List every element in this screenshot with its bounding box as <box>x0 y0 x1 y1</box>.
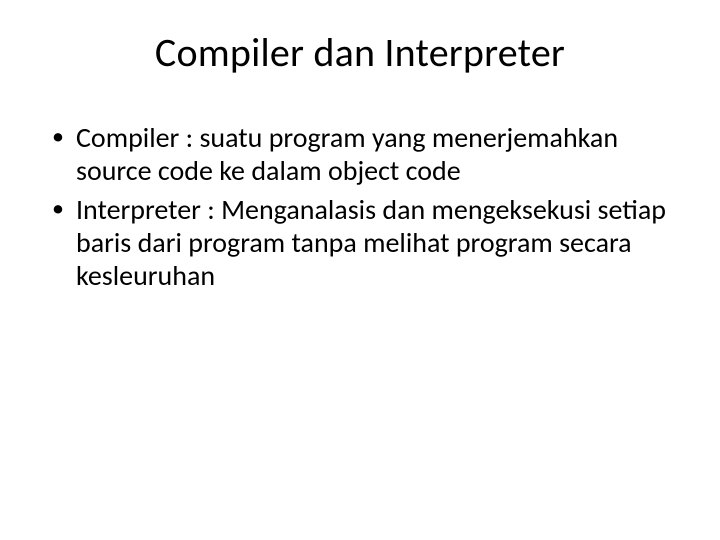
slide-body: Compiler : suatu program yang menerjemah… <box>48 121 672 292</box>
bullet-item: Interpreter : Menganalasis dan mengeksek… <box>48 193 672 292</box>
slide: Compiler dan Interpreter Compiler : suat… <box>0 0 720 540</box>
slide-title: Compiler dan Interpreter <box>48 28 672 77</box>
bullet-item: Compiler : suatu program yang menerjemah… <box>48 121 672 187</box>
bullet-list: Compiler : suatu program yang menerjemah… <box>48 121 672 292</box>
